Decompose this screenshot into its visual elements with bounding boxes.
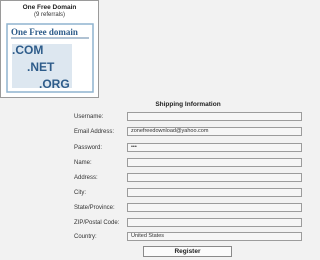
state-row: State/Province:: [0, 203, 320, 213]
city-label: City:: [74, 190, 86, 196]
address-field[interactable]: [127, 173, 302, 182]
password-field[interactable]: •••: [127, 143, 302, 152]
logo-org: .ORG: [39, 77, 70, 91]
name-row: Name:: [0, 158, 320, 168]
username-label: Username:: [74, 114, 104, 120]
logo-net: .NET: [27, 60, 55, 74]
address-label: Address:: [74, 175, 98, 181]
password-row: Password: •••: [0, 143, 320, 153]
username-row: Username:: [0, 112, 320, 122]
state-label: State/Province:: [74, 205, 115, 211]
name-label: Name:: [74, 160, 92, 166]
name-field[interactable]: [127, 158, 302, 167]
zip-row: ZIP/Postal Code:: [0, 218, 320, 228]
country-label: Country:: [74, 234, 97, 240]
promo-referrals: (9 referrals): [33, 12, 65, 18]
city-field[interactable]: [127, 188, 302, 197]
email-row: Email Address: zonefreedownload@yahoo.co…: [0, 127, 320, 137]
zip-label: ZIP/Postal Code:: [74, 220, 120, 226]
city-row: City:: [0, 188, 320, 198]
logo-com: .COM: [12, 43, 43, 57]
password-label: Password:: [74, 145, 103, 151]
logo-name: One Free domain: [11, 27, 78, 37]
email-label: Email Address:: [74, 129, 115, 135]
country-field[interactable]: United States: [127, 232, 302, 241]
domain-logo: One Free domain .COM .NET .ORG: [6, 23, 94, 93]
form-title: Shipping Information: [155, 101, 221, 108]
free-domain-promo[interactable]: One Free Domain (9 referrals) One Free d…: [0, 0, 99, 98]
register-button[interactable]: Register: [143, 246, 232, 257]
state-field[interactable]: [127, 203, 302, 212]
email-field[interactable]: zonefreedownload@yahoo.com: [127, 127, 302, 136]
zip-field[interactable]: [127, 218, 302, 227]
address-row: Address:: [0, 173, 320, 183]
country-row: Country: United States: [0, 232, 320, 242]
username-field[interactable]: [127, 112, 302, 121]
